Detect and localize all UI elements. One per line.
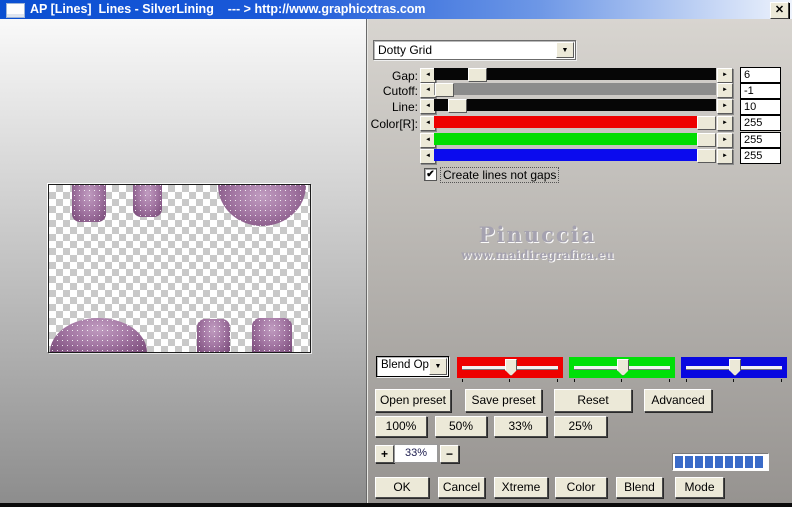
- cutoff-value[interactable]: -1: [740, 83, 781, 99]
- zoom-25-button[interactable]: 25%: [554, 416, 607, 437]
- preset-dropdown[interactable]: Dotty Grid ▼: [373, 40, 576, 60]
- preset-dropdown-value: Dotty Grid: [378, 43, 433, 57]
- watermark-name: Pinuccia: [478, 222, 597, 247]
- preview-blob: [72, 185, 106, 222]
- slider-thumb[interactable]: [448, 99, 467, 113]
- color-red-slider[interactable]: [434, 116, 716, 130]
- right-arrow-icon[interactable]: ►: [717, 68, 733, 83]
- color-r-label: Color[R]:: [370, 117, 418, 131]
- color-green-slider[interactable]: [434, 133, 716, 147]
- tick-mark: [574, 379, 575, 382]
- progress-segment: [745, 456, 753, 468]
- slider-thumb[interactable]: [435, 83, 454, 97]
- advanced-button[interactable]: Advanced: [644, 389, 712, 412]
- slider-thumb[interactable]: [697, 116, 716, 130]
- blend-options-dropdown[interactable]: Blend Opti ▼: [376, 356, 449, 377]
- cancel-button[interactable]: Cancel: [438, 477, 485, 498]
- blend-button[interactable]: Blend: [616, 477, 663, 498]
- chevron-down-icon[interactable]: ▼: [429, 358, 447, 375]
- tick-mark: [509, 379, 510, 382]
- preview-blob: [252, 318, 292, 352]
- progress-segment: [735, 456, 743, 468]
- preview-blob: [133, 185, 162, 217]
- progress-segment: [755, 456, 763, 468]
- progress-segment: [675, 456, 683, 468]
- zoom-level-display: 33%: [394, 444, 438, 463]
- chevron-down-icon[interactable]: ▼: [556, 42, 574, 58]
- slider-thumb[interactable]: [697, 149, 716, 163]
- color-button[interactable]: Color: [555, 477, 607, 498]
- mode-button[interactable]: Mode: [675, 477, 724, 498]
- color-blue-value[interactable]: 255: [740, 148, 781, 164]
- save-preset-button[interactable]: Save preset: [465, 389, 542, 412]
- progress-segment: [725, 456, 733, 468]
- slider-thumb[interactable]: [468, 68, 487, 82]
- tick-mark: [462, 379, 463, 382]
- create-lines-checkbox[interactable]: ✔: [424, 168, 437, 181]
- zoom-50-button[interactable]: 50%: [435, 416, 487, 437]
- gap-value[interactable]: 6: [740, 67, 781, 83]
- zoom-100-button[interactable]: 100%: [375, 416, 427, 437]
- open-preset-button[interactable]: Open preset: [375, 389, 451, 412]
- zoom-out-button[interactable]: −: [440, 445, 459, 463]
- tick-mark: [557, 379, 558, 382]
- plugin-window: AP [Lines] Lines - SilverLining --- > ht…: [0, 0, 792, 507]
- window-bottom-edge: [0, 503, 792, 507]
- progress-segment: [695, 456, 703, 468]
- tick-mark: [669, 379, 670, 382]
- create-lines-checkbox-label[interactable]: Create lines not gaps: [440, 167, 560, 183]
- color-red-value[interactable]: 255: [740, 115, 781, 131]
- preview-panel: [0, 19, 367, 503]
- reset-button[interactable]: Reset: [554, 389, 632, 412]
- slider-thumb[interactable]: [697, 133, 716, 147]
- right-arrow-icon[interactable]: ►: [717, 116, 733, 131]
- watermark-site: www.maidiregrafica.eu: [461, 248, 614, 262]
- xtreme-button[interactable]: Xtreme: [494, 477, 548, 498]
- progress-segment: [705, 456, 713, 468]
- progress-segment: [715, 456, 723, 468]
- app-window-icon: [6, 3, 25, 18]
- preview-blob: [218, 185, 306, 226]
- red-mixer-slider[interactable]: [457, 357, 563, 382]
- progress-segment: [685, 456, 693, 468]
- line-slider[interactable]: [434, 99, 716, 113]
- slider-thumb[interactable]: [729, 359, 741, 376]
- preview-canvas[interactable]: [48, 184, 311, 353]
- right-arrow-icon[interactable]: ►: [717, 83, 733, 98]
- close-icon[interactable]: ✕: [770, 2, 789, 19]
- preview-blob: [50, 318, 147, 352]
- cutoff-slider[interactable]: [434, 83, 716, 97]
- cutoff-label: Cutoff:: [382, 84, 418, 98]
- green-mixer-slider[interactable]: [569, 357, 675, 382]
- gap-label: Gap:: [391, 69, 418, 83]
- watermark: Pinuccia www.maidiregrafica.eu: [425, 222, 650, 262]
- gap-slider[interactable]: [434, 68, 716, 82]
- tick-mark: [781, 379, 782, 382]
- window-title: AP [Lines] Lines - SilverLining --- > ht…: [30, 2, 426, 16]
- tick-mark: [733, 379, 734, 382]
- right-arrow-icon[interactable]: ►: [717, 149, 733, 164]
- zoom-33-button[interactable]: 33%: [494, 416, 547, 437]
- line-value[interactable]: 10: [740, 99, 781, 115]
- zoom-in-button[interactable]: +: [375, 445, 394, 463]
- color-blue-slider[interactable]: [434, 149, 716, 163]
- titlebar[interactable]: AP [Lines] Lines - SilverLining --- > ht…: [0, 0, 792, 19]
- right-arrow-icon[interactable]: ►: [717, 99, 733, 114]
- slider-thumb[interactable]: [505, 359, 517, 376]
- color-green-value[interactable]: 255: [740, 132, 781, 148]
- blue-mixer-slider[interactable]: [681, 357, 787, 382]
- ok-button[interactable]: OK: [375, 477, 429, 498]
- tick-mark: [621, 379, 622, 382]
- progress-bar: [672, 453, 769, 471]
- slider-thumb[interactable]: [617, 359, 629, 376]
- preview-blob: [197, 319, 230, 352]
- blend-options-value: Blend Opti: [381, 359, 429, 371]
- right-arrow-icon[interactable]: ►: [717, 133, 733, 148]
- tick-mark: [686, 379, 687, 382]
- line-label: Line:: [391, 100, 418, 114]
